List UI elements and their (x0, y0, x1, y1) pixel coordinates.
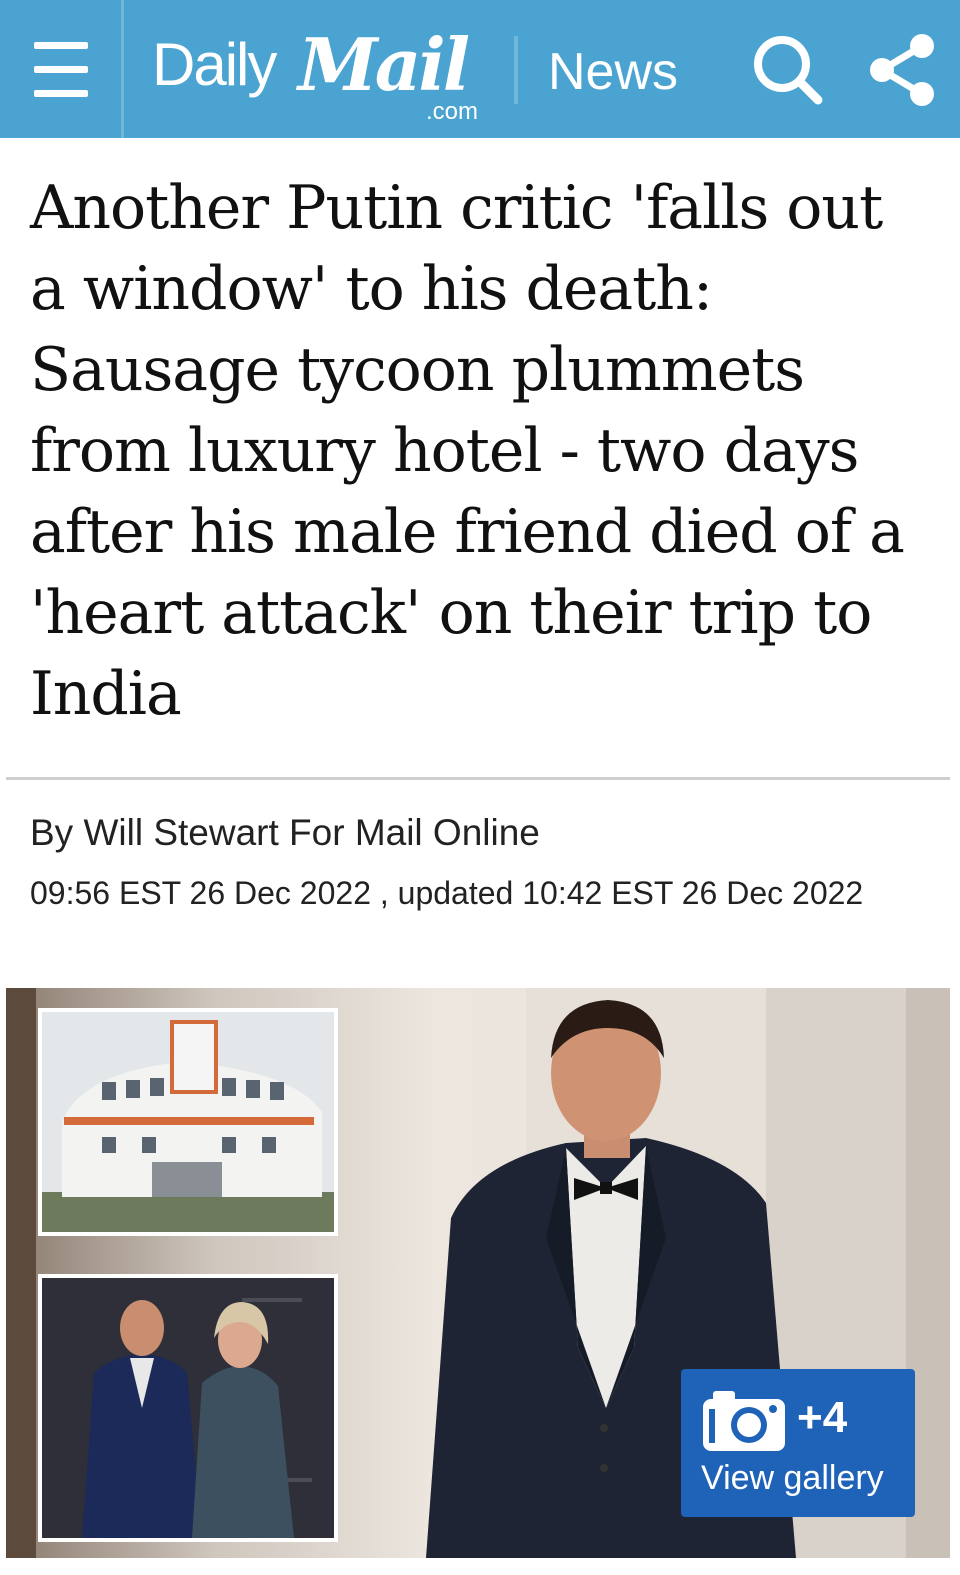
article-dateline: 09:56 EST 26 Dec 2022 , updated 10:42 ES… (30, 875, 864, 911)
couple-image (42, 1278, 334, 1538)
gallery-photo-count: +4 (797, 1393, 848, 1442)
gallery-label: View gallery (701, 1459, 884, 1497)
headline-divider (6, 777, 950, 780)
section-link-news[interactable]: News (548, 42, 678, 102)
share-icon (870, 34, 934, 106)
inset-photo-couple (38, 1274, 338, 1542)
view-gallery-button[interactable]: +4 View gallery (681, 1369, 915, 1517)
search-button[interactable] (748, 30, 828, 110)
header-divider (514, 36, 518, 104)
top-navigation-bar: Daily Mail .com News (0, 0, 960, 138)
logo-mail-text: Mail (298, 22, 470, 107)
article-byline[interactable]: By Will Stewart For Mail Online (30, 812, 540, 854)
lead-image[interactable]: +4 View gallery (6, 988, 950, 1558)
share-button[interactable] (862, 30, 942, 110)
logo-daily-text: Daily (152, 31, 277, 98)
inset-photo-hotel (38, 1008, 338, 1236)
logo-com-text: .com (426, 98, 479, 125)
menu-button[interactable] (0, 0, 124, 138)
hotel-building-image (42, 1012, 334, 1232)
camera-icon (703, 1391, 785, 1451)
article-headline: Another Putin critic 'falls out a window… (30, 173, 905, 729)
search-icon (754, 36, 823, 105)
